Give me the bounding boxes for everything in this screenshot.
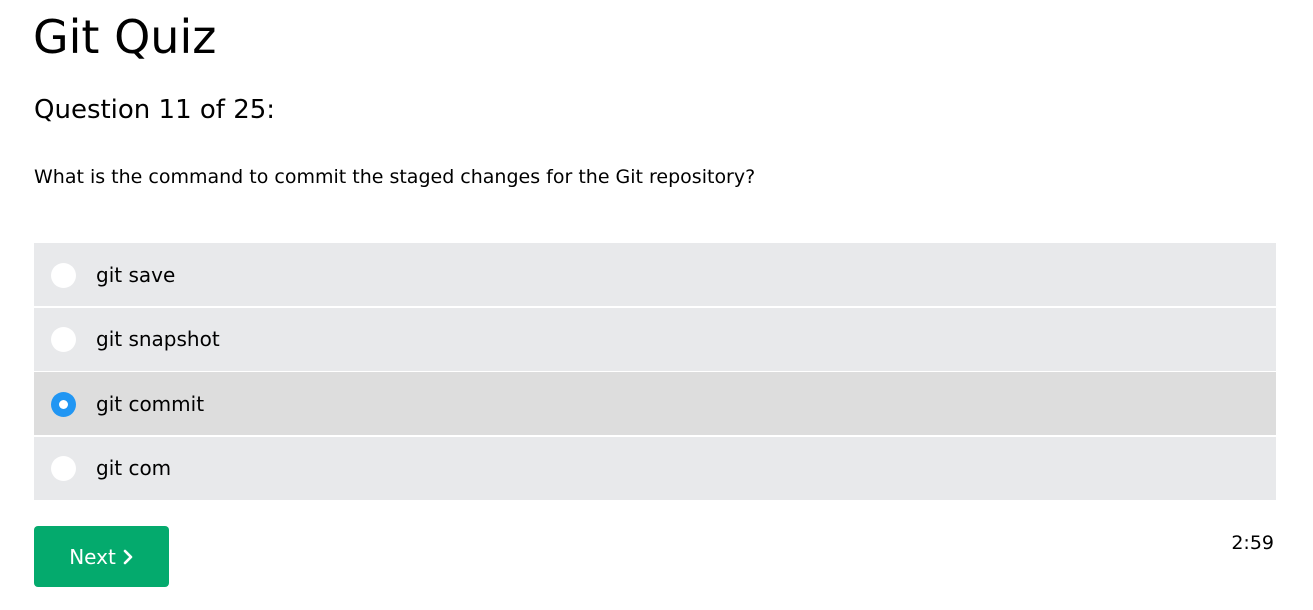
answer-option-git-commit[interactable]: git commit xyxy=(34,372,1276,435)
answer-option-label: git com xyxy=(96,456,172,480)
next-button[interactable]: Next xyxy=(34,526,169,587)
answer-option-label: git save xyxy=(96,262,176,287)
countdown-timer: 2:59 xyxy=(1231,532,1274,554)
radio-button[interactable] xyxy=(51,327,76,352)
next-button-label: Next xyxy=(69,544,116,569)
answer-option-git-save[interactable]: git save xyxy=(34,243,1276,306)
radio-button[interactable] xyxy=(51,456,76,481)
answer-option-git-snapshot[interactable]: git snapshot xyxy=(34,307,1276,371)
quiz-page: Git Quiz Question 11 of 25: What is the … xyxy=(0,0,1313,610)
chevron-right-icon xyxy=(123,549,133,564)
page-title: Git Quiz xyxy=(33,10,217,64)
radio-button[interactable] xyxy=(51,262,76,288)
answer-options: git save git snapshot git commit git com xyxy=(34,243,1276,500)
answer-option-git-com[interactable]: git com xyxy=(34,436,1276,500)
question-text: What is the command to commit the staged… xyxy=(34,166,756,188)
radio-button[interactable] xyxy=(51,391,76,417)
answer-option-label: git snapshot xyxy=(96,327,220,351)
answer-option-label: git commit xyxy=(96,391,205,416)
question-counter: Question 11 of 25: xyxy=(34,95,276,125)
